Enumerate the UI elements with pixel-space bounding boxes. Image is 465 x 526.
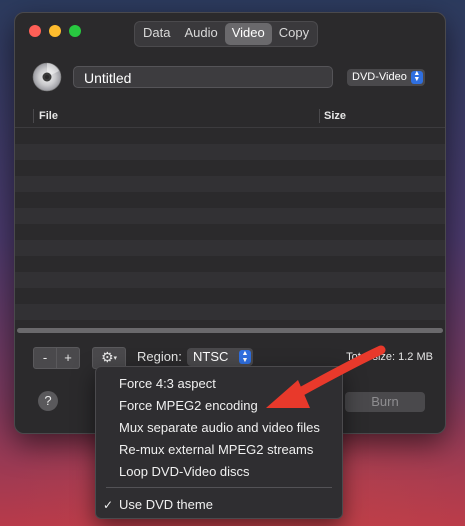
- region-select[interactable]: NTSC ▲ ▼: [187, 348, 253, 366]
- menu-item-mux-separate-files[interactable]: Mux separate audio and video files: [96, 418, 342, 438]
- select-stepper-icon: ▲ ▼: [239, 350, 251, 364]
- gear-icon: ⚙: [100, 349, 114, 365]
- minimize-button[interactable]: [49, 25, 61, 37]
- help-button[interactable]: ?: [38, 391, 58, 411]
- checkmark-icon: ✓: [103, 498, 114, 512]
- tab-data[interactable]: Data: [136, 23, 177, 45]
- menu-separator: [106, 487, 332, 488]
- select-stepper-icon: ▲ ▼: [410, 70, 423, 84]
- column-separator: [319, 109, 320, 123]
- remove-file-button[interactable]: -: [33, 347, 57, 369]
- close-button[interactable]: [29, 25, 41, 37]
- tab-copy[interactable]: Copy: [272, 23, 316, 45]
- menu-item-loop-dvd-video[interactable]: Loop DVD-Video discs: [96, 462, 342, 482]
- menu-item-label: Use DVD theme: [119, 497, 213, 512]
- menu-item-force-4-3-aspect[interactable]: Force 4:3 aspect: [96, 374, 342, 394]
- horizontal-scrollbar[interactable]: [17, 328, 443, 333]
- add-file-button[interactable]: +: [56, 347, 80, 369]
- file-table: File Size: [15, 105, 445, 335]
- disc-title-input[interactable]: Untitled: [73, 66, 333, 88]
- zoom-button[interactable]: [69, 25, 81, 37]
- menu-item-use-dvd-theme[interactable]: ✓ Use DVD theme: [96, 495, 342, 515]
- table-header: File Size: [15, 105, 445, 128]
- menu-item-remux-mpeg2-streams[interactable]: Re-mux external MPEG2 streams: [96, 440, 342, 460]
- options-menu: Force 4:3 aspect Force MPEG2 encoding Mu…: [95, 366, 343, 519]
- disc-format-select[interactable]: DVD-Video ▲ ▼: [347, 69, 425, 86]
- chevron-down-icon: ▾: [113, 355, 118, 363]
- table-body[interactable]: [15, 128, 445, 323]
- tab-video[interactable]: Video: [224, 23, 272, 45]
- burn-button[interactable]: Burn: [345, 392, 425, 412]
- menu-item-force-mpeg2-encoding[interactable]: Force MPEG2 encoding: [96, 396, 342, 416]
- title-bar: Data Audio Video Copy: [15, 13, 445, 49]
- disc-format-value: DVD-Video: [352, 71, 407, 83]
- column-header-size[interactable]: Size: [324, 105, 346, 127]
- column-header-file[interactable]: File: [39, 105, 58, 127]
- tab-audio[interactable]: Audio: [177, 23, 224, 45]
- region-value: NTSC: [193, 349, 229, 364]
- column-separator: [33, 109, 34, 123]
- total-size-label: Total size: 1.2 MB: [346, 351, 433, 363]
- disc-icon: [32, 62, 62, 92]
- mode-tabs: Data Audio Video Copy: [134, 21, 319, 47]
- region-label: Region:: [137, 349, 182, 364]
